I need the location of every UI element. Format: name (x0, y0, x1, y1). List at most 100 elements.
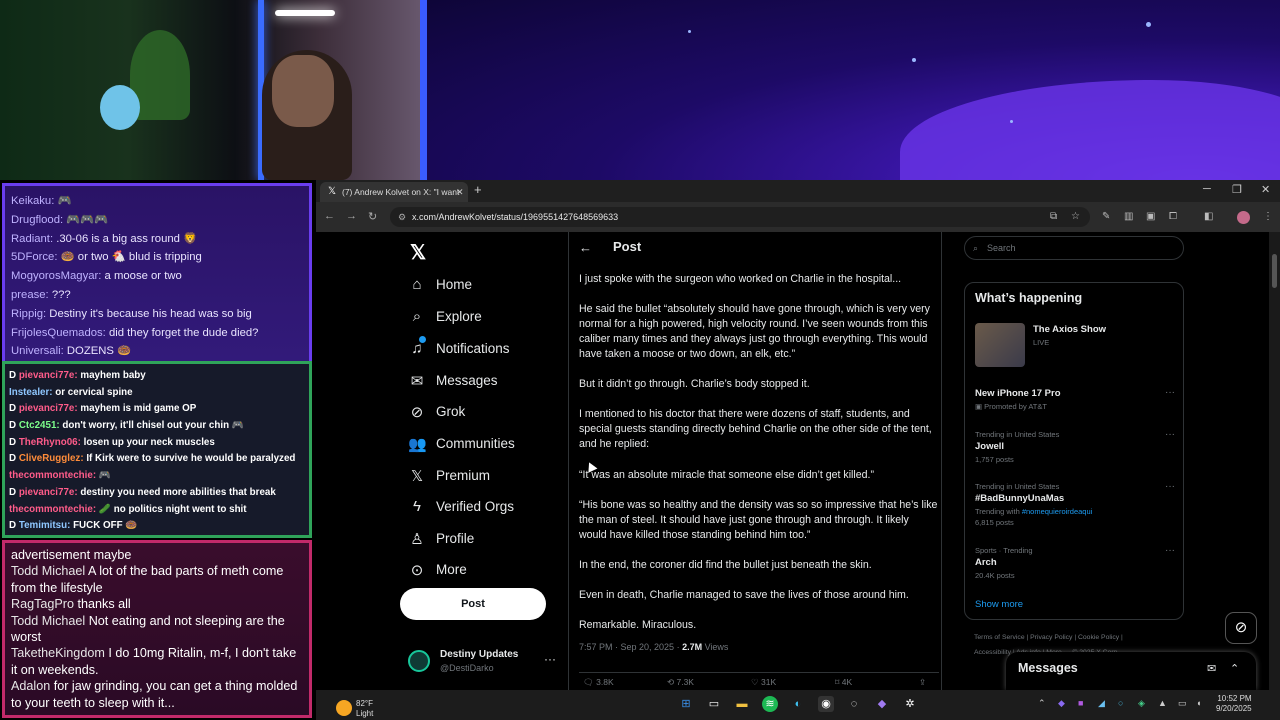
search-icon: ⌕ (412, 308, 422, 325)
more-dots-icon[interactable]: ··· (1165, 429, 1175, 440)
new-tab-button[interactable]: + (474, 182, 482, 197)
maximize-icon[interactable]: ❐ (1232, 183, 1242, 196)
close-window-icon[interactable]: ✕ (1261, 183, 1270, 196)
more-dots-icon[interactable]: ··· (1165, 545, 1175, 556)
chat-line: D TheRhyno06: losen up your neck muscles (9, 436, 215, 448)
account-name: Destiny Updates (440, 649, 519, 660)
chat-line: D pievanci77e: mayhem is mid game OP (9, 403, 197, 415)
nav-notifications[interactable]: ♫ Notifications (408, 334, 568, 364)
site-info-icon[interactable]: ⚙ (398, 207, 406, 227)
trend-item[interactable]: New iPhone 17 Pro ▣ Promoted by AT&T ··· (975, 387, 1175, 412)
install-icon[interactable]: ⧉ (1050, 211, 1057, 222)
sidebar-toggle-icon[interactable]: ◧ (1204, 211, 1213, 222)
app-icon[interactable]: ✲ (902, 696, 918, 712)
tray-app-icon[interactable]: ▲ (1158, 698, 1167, 708)
task-view-icon[interactable]: ▭ (706, 696, 722, 712)
chat-line: Universali: DOZENS 🍩 (11, 342, 303, 361)
x-logo-icon[interactable]: 𝕏 (410, 240, 426, 265)
chat-text: mayhem is mid game OP (77, 403, 197, 415)
bookmark-star-icon[interactable]: ☆ (1071, 211, 1080, 222)
nav-profile[interactable]: ♙ Profile (408, 524, 568, 554)
account-switcher[interactable]: Destiny Updates @DestiDarko ··· (408, 648, 568, 678)
nav-verified-orgs[interactable]: ϟ Verified Orgs (408, 492, 568, 522)
tray-app-icon[interactable]: ◢ (1098, 698, 1105, 709)
show-more-link[interactable]: Show more (975, 599, 1023, 610)
address-bar[interactable]: ⚙ x.com/AndrewKolvet/status/196955142764… (390, 207, 1090, 227)
webcam-ring-light (275, 10, 335, 16)
nav-premium[interactable]: 𝕏 Premium (408, 461, 568, 491)
footer-line[interactable]: Terms of Service | Privacy Policy | Cook… (974, 630, 1194, 645)
menu-dots-icon[interactable]: ⋮ (1263, 211, 1273, 222)
more-dots-icon[interactable]: ··· (1165, 387, 1175, 398)
forward-icon[interactable]: → (346, 210, 357, 222)
windows-start-icon[interactable]: ⊞ (678, 696, 694, 712)
trend-related-hashtag[interactable]: #nomequieroirdeaqui (1022, 507, 1092, 516)
tray-app-icon[interactable]: ◆ (1058, 698, 1065, 709)
chat-line: Rippig: Destiny it's because his head wa… (11, 305, 303, 324)
nav-home[interactable]: ⌂ Home (408, 270, 568, 300)
more-dots-icon[interactable]: ··· (544, 652, 556, 666)
trend-category: Sports · Trending (975, 546, 1033, 555)
trend-name: #BadBunnyUnaMas (975, 493, 1065, 504)
back-icon[interactable]: ← (324, 210, 335, 222)
search-input[interactable]: ⌕ Search (964, 236, 1184, 260)
share-icon[interactable]: ⇪ (919, 677, 926, 688)
app-icon[interactable]: ◆ (874, 696, 890, 712)
chat-username: Rippig: (11, 307, 47, 320)
back-arrow-icon[interactable]: ← (579, 240, 592, 255)
tray-app-icon[interactable]: ■ (1078, 698, 1083, 708)
chat-line: D Ctc2451: don't worry, it'll chisel out… (9, 420, 244, 432)
compose-message-icon[interactable]: ✉ (1207, 662, 1216, 675)
messages-drawer[interactable]: Messages ✉ ⌃ (1006, 652, 1256, 690)
chat-line: Todd Michael Not eating and not sleeping… (11, 613, 303, 646)
minimize-icon[interactable]: ─ (1203, 183, 1211, 195)
chat-username: 5DForce: (11, 251, 58, 264)
extension-icon[interactable]: ▣ (1146, 211, 1155, 222)
axios-show-thumbnail[interactable] (975, 323, 1025, 367)
tray-chevron-icon[interactable]: ⌃ (1038, 698, 1046, 709)
trash-extension-icon[interactable]: ▥ (1124, 211, 1133, 222)
windows-taskbar: 82°F Light rain ⊞ ▭ ▬ ≋ ◐ ◉ ◌ ◆ ✲ ⌃ ◆ ■ … (316, 690, 1280, 720)
chrome-icon[interactable]: ◉ (818, 696, 834, 712)
post-button[interactable]: Post (400, 588, 546, 620)
grok-floating-button[interactable]: ⊘ (1225, 612, 1257, 644)
spotify-icon[interactable]: ≋ (762, 696, 778, 712)
nav-grok[interactable]: ⊘ Grok (408, 397, 568, 427)
extension-icon[interactable]: ✎ (1102, 211, 1110, 222)
browser-tab[interactable]: 𝕏 (7) Andrew Kolvet on X: "I want ✕ (320, 182, 468, 202)
nav-communities[interactable]: 👥 Communities (408, 429, 568, 459)
nav-messages[interactable]: ✉ Messages (408, 366, 568, 396)
puzzle-icon[interactable]: ⧠ (1169, 211, 1177, 222)
bookmark-button[interactable]: ⌑ 4K (835, 677, 852, 688)
scrollbar[interactable] (1269, 232, 1280, 690)
repost-button[interactable]: ⟲ 7.3K (667, 677, 694, 688)
app-icon[interactable]: ◌ (846, 696, 862, 712)
chat-text: FUCK OFF 🍩 (70, 520, 138, 532)
volume-icon[interactable]: ◖ (1196, 698, 1201, 708)
person-icon: ♙ (410, 531, 424, 548)
close-tab-icon[interactable]: ✕ (456, 182, 464, 202)
nav-label: Verified Orgs (436, 499, 515, 514)
edge-icon[interactable]: ◐ (790, 696, 806, 712)
tray-app-icon[interactable]: ○ (1118, 698, 1123, 708)
trend-item[interactable]: Trending in United States #BadBunnyUnaMa… (975, 481, 1175, 528)
profile-avatar[interactable] (1237, 211, 1250, 224)
trend-item[interactable]: Sports · Trending Arch 20.4K posts ··· (975, 545, 1175, 581)
trend-related-prefix: Trending with (975, 507, 1022, 516)
nav-explore[interactable]: ⌕ Explore (408, 302, 568, 332)
reply-button[interactable]: 🗨 3.8K (583, 677, 614, 688)
system-clock[interactable]: 10:52 PM 9/20/2025 (1216, 694, 1252, 714)
chat-text: Destiny it's because his head was so big (46, 307, 252, 320)
nav-more[interactable]: ⊙ More (408, 555, 568, 585)
reload-icon[interactable]: ↻ (368, 210, 377, 223)
live-show-title[interactable]: The Axios Show (1033, 324, 1106, 335)
expand-up-icon[interactable]: ⌃ (1230, 662, 1239, 675)
file-explorer-icon[interactable]: ▬ (734, 696, 750, 712)
chat-line: Radiant: .30-06 is a big ass round 🦁 (11, 230, 303, 249)
trend-item[interactable]: Trending in United States Jowell 1,757 p… (975, 429, 1175, 465)
more-dots-icon[interactable]: ··· (1165, 481, 1175, 492)
scrollbar-thumb[interactable] (1272, 254, 1277, 288)
like-button[interactable]: ♡ 31K (751, 677, 776, 688)
tray-app-icon[interactable]: ◈ (1138, 698, 1145, 709)
network-icon[interactable]: ▭ (1178, 698, 1187, 709)
